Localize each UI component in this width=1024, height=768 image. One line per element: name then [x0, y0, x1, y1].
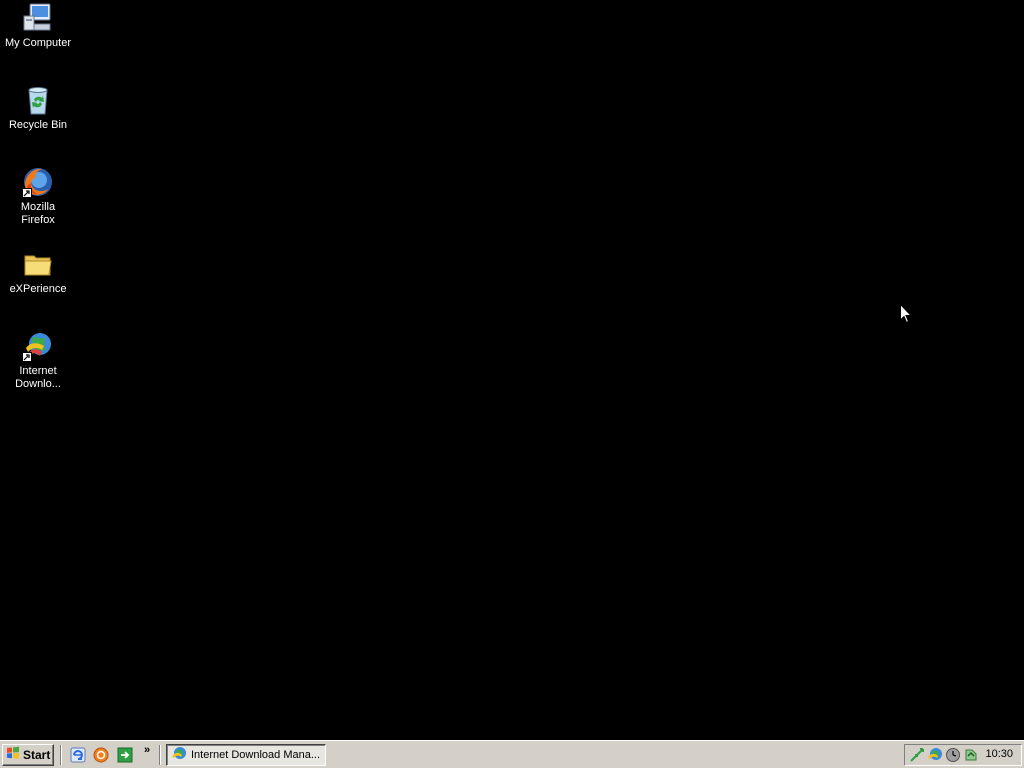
my-computer-icon — [22, 2, 54, 34]
desktop-icon-label: eXPerience — [9, 283, 67, 295]
desktop-icon-label: Recycle Bin — [8, 119, 68, 131]
shortcut-arrow-icon — [22, 188, 32, 198]
windows-logo-icon — [6, 746, 20, 765]
show-desktop-icon[interactable] — [117, 747, 133, 763]
recycle-bin-icon — [22, 84, 54, 116]
start-button[interactable]: Start — [2, 744, 54, 766]
shortcut-arrow-icon — [22, 352, 32, 362]
desktop-icon-label: Mozilla Firefox — [20, 201, 56, 226]
taskbar-separator — [159, 745, 161, 765]
quick-launch-overflow-button[interactable]: » — [144, 744, 150, 756]
idm-icon — [171, 746, 187, 765]
desktop-icon-label: My Computer — [4, 37, 72, 49]
clock-tray-icon[interactable] — [945, 747, 961, 763]
taskbar: Start » Internet Download Mana... 10:30 — [0, 740, 1024, 768]
desktop: My Computer Recycle Bin Mozilla Firefox … — [0, 0, 1024, 740]
network-icon[interactable] — [909, 747, 925, 763]
clock[interactable]: 10:30 — [985, 748, 1013, 760]
taskbar-separator — [60, 745, 62, 765]
folder-icon — [22, 248, 54, 280]
desktop-icon-recycle-bin[interactable]: Recycle Bin — [2, 84, 74, 132]
internet-explorer-icon[interactable] — [70, 747, 86, 763]
idm-icon — [22, 330, 54, 362]
start-label: Start — [23, 748, 51, 762]
firefox-icon — [22, 166, 54, 198]
desktop-icon-internet-download-manager[interactable]: Internet Downlo... — [2, 330, 74, 391]
idm-tray-icon[interactable] — [927, 747, 943, 763]
system-tray: 10:30 — [904, 744, 1022, 766]
mouse-cursor-icon — [900, 303, 913, 329]
desktop-icon-my-computer[interactable]: My Computer — [2, 2, 74, 50]
desktop-icon-experience[interactable]: eXPerience — [2, 248, 74, 296]
desktop-icon-mozilla-firefox[interactable]: Mozilla Firefox — [2, 166, 74, 227]
browser-orange-icon[interactable] — [93, 747, 109, 763]
task-button-label: Internet Download Mana... — [191, 749, 321, 761]
desktop-icon-label: Internet Downlo... — [15, 365, 61, 390]
security-tray-icon[interactable] — [963, 747, 979, 763]
taskbar-button-internet-download-manager[interactable]: Internet Download Mana... — [166, 744, 326, 766]
